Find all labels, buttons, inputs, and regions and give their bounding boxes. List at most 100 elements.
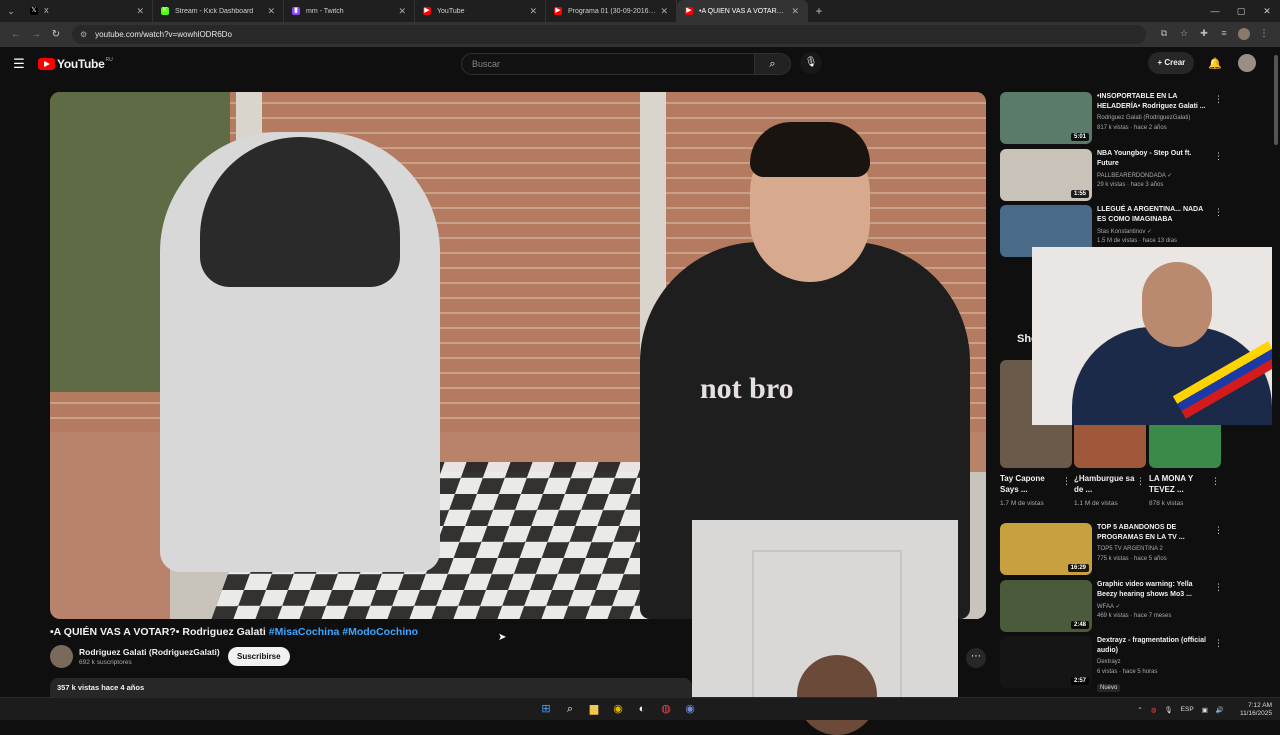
clock[interactable]: 7:12 AM 11/16/2025 (1232, 702, 1272, 718)
more-options-icon[interactable]: ⋮ (1136, 476, 1145, 487)
profile-icon[interactable] (1234, 27, 1254, 42)
volume-icon[interactable]: 🔊 (1216, 706, 1224, 714)
tab-close-icon[interactable]: ✕ (660, 6, 668, 17)
create-button[interactable]: + Crear (1148, 52, 1195, 74)
video-thumbnail[interactable]: 2:57 (1000, 636, 1092, 688)
tab-close-icon[interactable]: ✕ (529, 6, 537, 17)
tray-app-icon[interactable]: ◍ (1151, 706, 1157, 714)
youtube-icon: ▶ (554, 7, 562, 15)
recommended-channel[interactable]: Rodriguez Galati (RodriguezGalati) (1097, 115, 1190, 121)
file-explorer-icon[interactable]: ▆ (582, 701, 606, 718)
youtube-logo[interactable]: YouTube RU (38, 57, 113, 71)
video-thumbnail[interactable]: 16:29 (1000, 523, 1092, 575)
description-box[interactable] (50, 678, 692, 698)
recommended-video[interactable]: 16:29 TOP 5 ABANDONOS DE PROGRAMAS EN LA … (1000, 523, 1225, 575)
microphone-icon[interactable]: 🎙 (1164, 706, 1172, 714)
tab-search-panel-icon[interactable]: ≡ (1214, 28, 1234, 42)
forward-icon[interactable]: → (26, 29, 46, 40)
back-icon[interactable]: ← (6, 29, 26, 40)
app-icon[interactable]: ◍ (654, 701, 678, 718)
more-options-icon[interactable]: ⋮ (1214, 207, 1223, 218)
browser-tab[interactable]: K Stream - Kick Dashboard ✕ (153, 0, 284, 22)
more-options-icon[interactable]: ⋮ (1062, 476, 1071, 487)
more-options-icon[interactable]: ⋮ (1214, 582, 1223, 593)
language-indicator[interactable]: ESP (1181, 706, 1194, 713)
site-info-icon[interactable]: ⚙ (80, 30, 87, 39)
short-title[interactable]: ¿Hamburgue sa de ... (1074, 473, 1136, 495)
tab-close-icon[interactable]: ✕ (136, 6, 144, 17)
recommended-meta: 817 k vistas · hace 2 años (1097, 125, 1167, 131)
video-hashtags[interactable]: #MisaCochina #ModoCochino (269, 626, 418, 638)
recommended-title[interactable]: •INSOPORTABLE EN LA HELADERÍA• Rodriguez… (1097, 92, 1209, 112)
minimize-icon[interactable]: — (1202, 0, 1228, 22)
recommended-title[interactable]: NBA Youngboy - Step Out ft. Future (1097, 149, 1209, 169)
more-options-icon[interactable]: ⋮ (1211, 476, 1220, 487)
subscribe-button[interactable]: Suscribirse (228, 647, 290, 666)
video-thumbnail[interactable]: 2:48 (1000, 580, 1092, 632)
recommended-channel[interactable]: WFAA ✓ (1097, 603, 1120, 610)
more-options-icon[interactable]: ⋮ (1214, 151, 1223, 162)
recommended-title[interactable]: TOP 5 ABANDONOS DE PROGRAMAS EN LA TV ..… (1097, 523, 1209, 543)
maximize-icon[interactable]: ▢ (1228, 0, 1254, 22)
search-icon[interactable]: ⌕ (755, 53, 791, 75)
browser-tab[interactable]: ▶ •A QUIÉN VAS A VOTAR?• Rodr ✕ (677, 0, 808, 22)
tab-title: •A QUIÉN VAS A VOTAR?• Rodr (699, 7, 787, 15)
voice-search-icon[interactable]: 🎙 (800, 52, 822, 74)
user-avatar[interactable] (1238, 54, 1256, 72)
bookmark-star-icon[interactable]: ☆ (1174, 28, 1194, 42)
channel-name[interactable]: Rodriguez Galati (RodriguezGalati) (79, 647, 220, 657)
tab-close-icon[interactable]: ✕ (398, 6, 406, 17)
recommended-title[interactable]: Dextrayz - fragmentation (official audio… (1097, 636, 1209, 656)
close-window-icon[interactable]: ✕ (1254, 0, 1280, 22)
short-title[interactable]: LA MONA Y TEVEZ ... (1149, 473, 1211, 495)
channel-avatar[interactable] (50, 645, 73, 668)
recommended-video[interactable]: 1:55 NBA Youngboy - Step Out ft. Future PA… (1000, 149, 1225, 201)
recommended-channel[interactable]: PALLBEARERDONDADA ✓ (1097, 172, 1172, 179)
recommended-channel[interactable]: TOP5 TV ARGENTINA 2 (1097, 546, 1163, 552)
browser-tab[interactable]: ▮ mm - Twitch ✕ (284, 0, 415, 22)
tray-chevron-icon[interactable]: ⌃ (1137, 706, 1142, 714)
more-options-icon[interactable]: ⋮ (1214, 94, 1223, 105)
extensions-icon[interactable]: ✚ (1194, 28, 1214, 42)
browser-menu-icon[interactable]: ⋮ (1254, 28, 1274, 42)
video-thumbnail[interactable]: 1:55 (1000, 149, 1092, 201)
recommended-video[interactable]: 5:01 •INSOPORTABLE EN LA HELADERÍA• Rodri… (1000, 92, 1225, 144)
recommended-title[interactable]: LLEGUÉ A ARGENTINA... NADA ES COMO IMAGI… (1097, 205, 1209, 225)
app-icon[interactable]: ◐ (630, 701, 654, 718)
tab-search-icon[interactable]: ⌄ (0, 0, 22, 22)
webcam-overlay (692, 520, 958, 735)
discord-icon[interactable]: ◉ (678, 701, 702, 718)
more-actions-icon[interactable]: ⋯ (966, 648, 986, 668)
windows-taskbar: ⊞ ⌕ ▆ ◉ ◐ ◍ ◉ ⌃ ◍ 🎙 ESP ▣ 🔊 7:12 AM 11/1… (0, 697, 1280, 720)
subscriber-count: 692 k suscriptores (79, 659, 132, 666)
windows-start-icon[interactable]: ⊞ (534, 701, 558, 718)
tab-close-icon[interactable]: ✕ (791, 6, 799, 17)
url-field[interactable]: ⚙ youtube.com/watch?v=wowhlODR6Do (72, 25, 1146, 44)
network-icon[interactable]: ▣ (1202, 706, 1208, 714)
guide-menu-icon[interactable]: ☰ (0, 56, 38, 72)
notifications-bell-icon[interactable]: 🔔 (1208, 57, 1222, 70)
recommended-channel[interactable]: Stas Konstantinov ✓ (1097, 228, 1152, 235)
hoodie-logo-text: not bro (700, 372, 794, 405)
search-input[interactable]: Buscar (461, 53, 755, 75)
new-tab-button[interactable]: + (808, 4, 830, 18)
youtube-header: ☰ YouTube RU Buscar ⌕ 🎙 + Crear 🔔 (0, 47, 1280, 81)
recommended-title[interactable]: Graphic video warning: Yella Beezy heari… (1097, 580, 1209, 600)
page-scrollbar[interactable] (1272, 47, 1280, 695)
install-app-icon[interactable]: ⧉ (1154, 28, 1174, 42)
recommended-video[interactable]: 2:57 Dextrayz - fragmentation (official a… (1000, 636, 1225, 688)
tab-close-icon[interactable]: ✕ (267, 6, 275, 17)
recommended-video[interactable]: 2:48 Graphic video warning: Yella Beezy h… (1000, 580, 1225, 632)
recommended-channel[interactable]: Dextrayz (1097, 659, 1121, 665)
more-options-icon[interactable]: ⋮ (1214, 525, 1223, 536)
chrome-icon[interactable]: ◉ (606, 701, 630, 718)
taskbar-search-icon[interactable]: ⌕ (558, 701, 582, 718)
video-thumbnail[interactable]: 5:01 (1000, 92, 1092, 144)
reload-icon[interactable]: ↻ (46, 29, 66, 40)
short-title[interactable]: Tay Capone Says ... (1000, 473, 1062, 495)
browser-tab[interactable]: 𝕏 X ✕ (22, 0, 153, 22)
scrollbar-thumb[interactable] (1274, 55, 1278, 145)
more-options-icon[interactable]: ⋮ (1214, 638, 1223, 649)
browser-tab[interactable]: ▶ Programa 01 (30-09-2016) - Pe ✕ (546, 0, 677, 22)
browser-tab[interactable]: ▶ YouTube ✕ (415, 0, 546, 22)
